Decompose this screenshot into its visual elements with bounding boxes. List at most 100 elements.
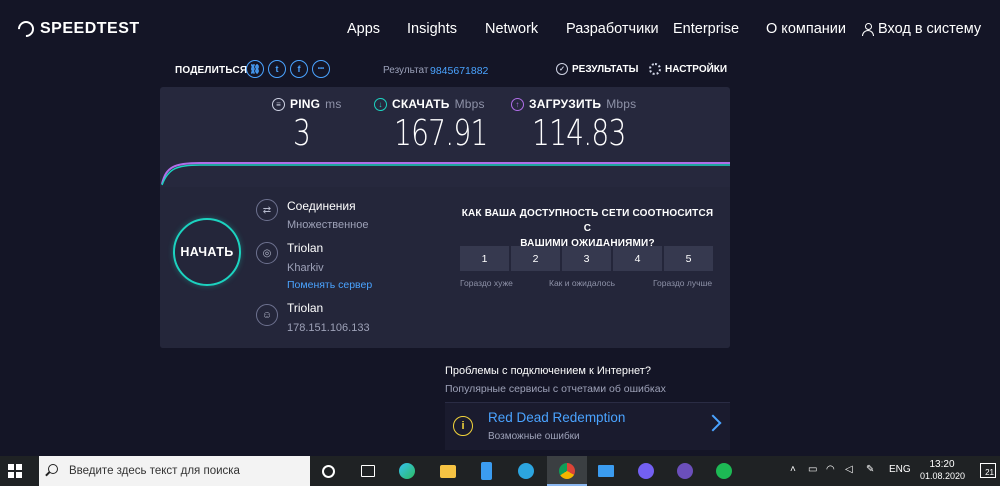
ping-value: 3 bbox=[293, 113, 311, 154]
task-view-icon[interactable] bbox=[361, 465, 375, 477]
results-label: РЕЗУЛЬТАТЫ bbox=[572, 63, 639, 75]
provider-name: Triolan bbox=[287, 301, 324, 315]
service-name: Red Dead Redemption bbox=[488, 410, 626, 425]
chrome-icon bbox=[559, 463, 575, 479]
download-label: СКАЧАТЬ bbox=[392, 97, 450, 111]
taskbar-clock[interactable]: 13:20 01.08.2020 bbox=[920, 459, 966, 481]
login-link[interactable]: Вход в систему bbox=[862, 21, 981, 37]
rating-2-button[interactable]: 2 bbox=[511, 246, 560, 271]
gear-icon bbox=[649, 63, 661, 75]
settings-label: НАСТРОЙКИ bbox=[665, 63, 728, 75]
rating-scale: 1 2 3 4 5 bbox=[460, 246, 713, 271]
server-city: Kharkiv bbox=[287, 262, 324, 274]
nav-apps[interactable]: Apps bbox=[347, 21, 380, 37]
ping-unit: ms bbox=[325, 97, 342, 111]
twitter-icon: t bbox=[275, 64, 279, 74]
nav-enterprise[interactable]: Enterprise bbox=[673, 21, 739, 37]
upload-label: ЗАГРУЗИТЬ bbox=[529, 97, 602, 111]
share-facebook-button[interactable]: f bbox=[290, 60, 308, 78]
mail-icon[interactable] bbox=[598, 465, 614, 477]
outage-service-card[interactable]: i Red Dead Redemption Возможные ошибки bbox=[445, 402, 730, 450]
link-icon: ⛓ bbox=[249, 63, 261, 74]
nav-developers[interactable]: Разработчики bbox=[566, 21, 659, 37]
windows-start-icon[interactable] bbox=[8, 464, 22, 478]
chrome-active-tab[interactable] bbox=[547, 456, 587, 486]
rating-label-worse: Гораздо хуже bbox=[460, 278, 513, 288]
download-metric: ↓ СКАЧАТЬ Mbps 167.91 bbox=[374, 97, 514, 154]
taskbar-search-box[interactable]: Введите здесь текст для поиска bbox=[39, 456, 310, 486]
result-panel: ≡ PING ms 3 ↓ СКАЧАТЬ Mbps 167.91 ↑ ЗАГР… bbox=[160, 87, 730, 348]
share-label: ПОДЕЛИТЬСЯ bbox=[175, 65, 248, 76]
volume-icon[interactable]: ◁ bbox=[845, 464, 853, 475]
nav-about[interactable]: О компании bbox=[766, 21, 846, 37]
windows-taskbar: Введите здесь текст для поиска ˄ ▭ ◠ ◁ ✎… bbox=[0, 456, 1000, 486]
nav-network[interactable]: Network bbox=[485, 21, 538, 37]
speed-graph bbox=[161, 162, 730, 186]
check-circle-icon: ✓ bbox=[556, 63, 568, 75]
ping-metric: ≡ PING ms 3 bbox=[272, 97, 342, 154]
facebook-icon: f bbox=[297, 64, 301, 74]
upload-arrow-icon: ↑ bbox=[511, 97, 524, 111]
share-more-button[interactable]: ••• bbox=[312, 60, 330, 78]
problems-title: Проблемы с подключением к Интернет? bbox=[445, 365, 651, 377]
warning-icon: i bbox=[453, 416, 473, 436]
download-arrow-icon: ↓ bbox=[374, 97, 387, 111]
connection-problems: Проблемы с подключением к Интернет? Попу… bbox=[445, 365, 666, 395]
pen-icon[interactable]: ✎ bbox=[866, 464, 874, 475]
top-navigation: SPEEDTEST Apps Insights Network Разработ… bbox=[0, 0, 1000, 58]
file-explorer-icon[interactable] bbox=[440, 465, 456, 478]
survey-question-line1: КАК ВАША ДОСТУПНОСТЬ СЕТИ СООТНОСИТСЯ С bbox=[461, 208, 714, 234]
rating-1-button[interactable]: 1 bbox=[460, 246, 509, 271]
result-id-link[interactable]: 9845671882 bbox=[430, 65, 488, 77]
rating-4-button[interactable]: 4 bbox=[613, 246, 662, 271]
settings-link[interactable]: НАСТРОЙКИ bbox=[649, 63, 727, 75]
test-details: НАЧАТЬ ⇄ Соединения Множественное ◎ Trio… bbox=[160, 187, 730, 348]
connections-title: Соединения bbox=[287, 199, 356, 213]
login-label: Вход в систему bbox=[878, 21, 982, 37]
clock-time: 13:20 bbox=[929, 459, 955, 470]
viber-icon[interactable] bbox=[638, 463, 654, 479]
rating-3-button[interactable]: 3 bbox=[562, 246, 611, 271]
start-test-button[interactable]: НАЧАТЬ bbox=[173, 218, 241, 286]
problems-subtitle: Популярные сервисы с отчетами об ошибках bbox=[445, 383, 666, 395]
upload-unit: Mbps bbox=[606, 97, 637, 111]
speedtest-logo[interactable]: SPEEDTEST bbox=[14, 17, 140, 41]
phone-app-icon[interactable] bbox=[481, 462, 492, 480]
logo-text: SPEEDTEST bbox=[40, 20, 140, 37]
wifi-icon[interactable]: ◠ bbox=[826, 464, 835, 475]
search-icon bbox=[48, 464, 58, 474]
download-graph-line bbox=[161, 164, 730, 186]
tray-expand-icon[interactable]: ˄ bbox=[790, 464, 796, 475]
clock-date: 01.08.2020 bbox=[920, 471, 966, 481]
connections-icon: ⇄ bbox=[256, 199, 278, 221]
user-icon bbox=[862, 23, 874, 36]
speedtest-logo-icon bbox=[14, 17, 38, 41]
connections-value: Множественное bbox=[287, 219, 369, 231]
share-twitter-button[interactable]: t bbox=[268, 60, 286, 78]
globe-icon: ◎ bbox=[256, 242, 278, 264]
results-link[interactable]: ✓ РЕЗУЛЬТАТЫ bbox=[556, 63, 638, 75]
telegram-icon[interactable] bbox=[518, 463, 534, 479]
rating-label-better: Гораздо лучше bbox=[653, 278, 713, 288]
spotify-icon[interactable] bbox=[716, 463, 732, 479]
nav-insights[interactable]: Insights bbox=[407, 21, 457, 37]
network-icon[interactable]: ▭ bbox=[808, 464, 817, 475]
survey-question: КАК ВАША ДОСТУПНОСТЬ СЕТИ СООТНОСИТСЯ С … bbox=[460, 206, 715, 251]
more-icon: ••• bbox=[317, 66, 325, 72]
change-server-link[interactable]: Поменять сервер bbox=[287, 279, 372, 291]
rating-label-expected: Как и ожидалось bbox=[549, 278, 616, 288]
language-indicator[interactable]: ENG bbox=[889, 464, 911, 475]
server-name: Triolan bbox=[287, 241, 324, 255]
notification-center-icon[interactable]: 21 bbox=[980, 463, 996, 478]
podcast-app-icon[interactable] bbox=[677, 463, 693, 479]
cortana-icon[interactable] bbox=[322, 465, 335, 478]
upload-metric: ↑ ЗАГРУЗИТЬ Mbps 114.83 bbox=[511, 97, 652, 154]
search-placeholder: Введите здесь текст для поиска bbox=[69, 465, 240, 477]
share-link-button[interactable]: ⛓ bbox=[246, 60, 264, 78]
edge-icon[interactable] bbox=[399, 463, 415, 479]
ping-icon: ≡ bbox=[272, 97, 285, 111]
person-icon: ☺ bbox=[256, 304, 278, 326]
upload-graph-line bbox=[161, 162, 730, 185]
rating-5-button[interactable]: 5 bbox=[664, 246, 713, 271]
download-unit: Mbps bbox=[454, 97, 485, 111]
